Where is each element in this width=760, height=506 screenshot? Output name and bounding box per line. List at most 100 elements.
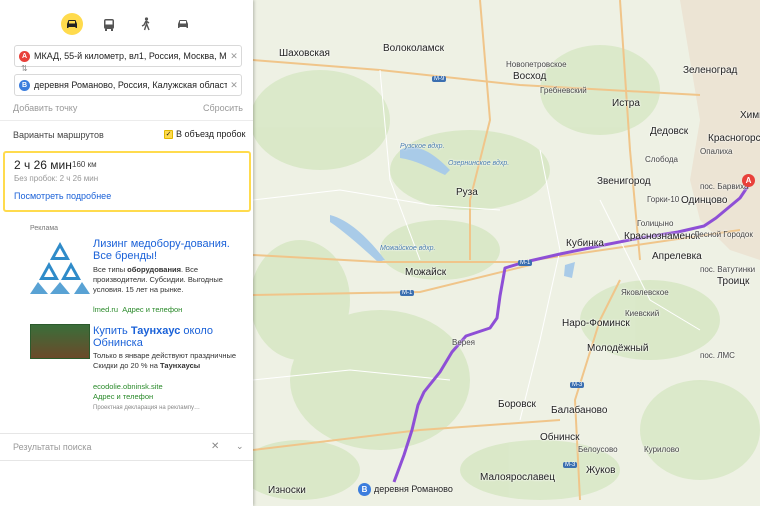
water-label: Можайское вдхр. [380, 245, 436, 252]
ad-body-1-b: оборудования [127, 265, 181, 274]
town-label: Краснознаменск [624, 231, 700, 242]
town-label: Обнинск [540, 432, 580, 443]
reset-link[interactable]: Сбросить [203, 103, 243, 113]
village-label: Гребневский [540, 86, 587, 95]
road-badge: М-9 [432, 76, 447, 82]
close-icon[interactable]: ✕ [211, 441, 219, 452]
point-a-marker[interactable]: A [742, 174, 755, 187]
town-label: Троицк [717, 276, 750, 287]
lmed-logo-icon[interactable] [30, 238, 90, 294]
town-label: Кубинка [566, 238, 604, 249]
ad-domain-1[interactable]: lmed.ru [93, 305, 118, 314]
town-label: Красногорск [708, 133, 760, 144]
avoid-jams-checkbox[interactable]: ✓ [164, 129, 173, 139]
avoid-jams-label: В объезд пробок [176, 129, 246, 139]
route-details-link[interactable]: Посмотреть подробнее [14, 191, 111, 201]
divider [0, 120, 253, 121]
town-label: Волоколамск [383, 43, 444, 54]
village-label: Голицыно [637, 219, 674, 228]
ad-title-2[interactable]: Купить Таунхаус около Обнинска [93, 325, 243, 349]
point-b-marker[interactable]: B [358, 483, 371, 496]
ad-declaration: Проектная декларация на реклампу… [93, 405, 200, 411]
route-time: 2 ч 26 мин [14, 158, 72, 172]
town-label: Химки [740, 110, 760, 121]
village-label: Курилово [644, 445, 680, 454]
destination-label: деревня Романово [374, 484, 453, 494]
village-label: Лесной Городок [694, 230, 753, 239]
ad-townhouse-image[interactable] [30, 324, 90, 359]
ad-body-2-b: Таунхаусы [160, 360, 201, 370]
village-label: пос. ЛМС [700, 351, 735, 360]
town-label: Звенигород [597, 176, 651, 187]
route-panel: A МКАД, 55-й километр, вл1, Россия, Моск… [0, 0, 253, 506]
town-label: Наро-Фоминск [562, 318, 630, 329]
walk-mode-button[interactable] [135, 13, 157, 35]
avoid-jams-toggle[interactable]: ✓ В объезд пробок [164, 129, 245, 139]
car-icon [67, 20, 77, 28]
clear-a-icon[interactable]: ✕ [227, 51, 241, 62]
ad-body-1-a: Все типы [93, 265, 128, 274]
search-results-label: Результаты поиска [13, 442, 92, 452]
add-point-link[interactable]: Добавить точку [13, 103, 77, 113]
ad-title-2-a: Купить [93, 325, 131, 337]
point-b-input[interactable]: деревня Романово, Россия, Калужская обла… [34, 80, 227, 90]
town-label: Руза [456, 187, 478, 198]
town-label: Шаховская [279, 48, 330, 59]
bus-mode-button[interactable] [98, 13, 120, 35]
transport-modes [61, 13, 194, 35]
water-label: Озернинское вдхр. [448, 160, 510, 167]
village-label: Киевский [625, 309, 660, 318]
town-label: Жуков [586, 465, 616, 476]
taxi-icon [178, 20, 188, 28]
village-label: Яковлевское [621, 288, 669, 297]
chevron-down-icon[interactable]: ⌄ [236, 441, 244, 452]
town-label: Одинцово [681, 195, 728, 206]
point-a-input[interactable]: МКАД, 55-й километр, вл1, Россия, Москва… [34, 51, 227, 61]
point-b-field[interactable]: B деревня Романово, Россия, Калужская об… [14, 74, 242, 96]
clear-b-icon[interactable]: ✕ [227, 80, 241, 91]
ad-address-1[interactable]: Адрес и телефон [122, 305, 182, 314]
road-badge: М-1 [518, 260, 533, 266]
point-a-pin: A [19, 50, 30, 62]
village-label: Новопетровское [506, 60, 567, 69]
ad-address-2[interactable]: Адрес и телефон [93, 392, 153, 401]
town-label: Молодёжный [587, 343, 649, 354]
town-label: Зеленоград [683, 65, 738, 76]
village-label: пос. Барвиха [700, 182, 749, 191]
village-label: Опалиха [700, 147, 733, 156]
taxi-mode-button[interactable] [172, 13, 194, 35]
point-a-field[interactable]: A МКАД, 55-й километр, вл1, Россия, Моск… [14, 45, 242, 67]
swap-points-icon[interactable]: ⇅ [21, 64, 28, 73]
route-no-jams: Без пробок: 2 ч 26 мин [14, 174, 99, 183]
village-label: Слобода [645, 155, 678, 164]
town-label: Балабаново [551, 405, 608, 416]
road-badge: М-3 [570, 382, 585, 388]
town-label: Истра [612, 98, 640, 109]
point-b-pin: B [19, 79, 30, 91]
search-results-bar[interactable]: Результаты поиска ✕ ⌄ [0, 433, 253, 461]
car-mode-button[interactable] [61, 13, 83, 35]
pedestrian-icon [141, 17, 150, 31]
ad-label: Реклама [30, 225, 59, 232]
town-label: Дедовск [650, 126, 689, 137]
route-card[interactable]: 2 ч 26 мин 160 км Без пробок: 2 ч 26 мин… [3, 151, 251, 212]
ad-domain-2[interactable]: ecodolie.obninsk.site [93, 382, 163, 391]
route-variants-label: Варианты маршрутов [13, 130, 104, 140]
village-label: Горки-10 [647, 195, 680, 204]
point-actions: Добавить точку Сбросить [13, 103, 243, 113]
village-label: Верея [452, 338, 476, 347]
ad-body-2: Только в январе действуют праздничные Ск… [93, 351, 248, 370]
village-label: Белоусово [578, 445, 618, 454]
town-label: Апрелевка [652, 251, 702, 262]
village-label: пос. Ватутинки [700, 265, 756, 274]
water-label: Рузское вдхр. [400, 143, 445, 150]
ad-title-2-b: Таунхаус [130, 325, 181, 337]
town-label: Можайск [405, 267, 447, 278]
bus-icon [104, 18, 114, 31]
town-label: Боровск [498, 399, 536, 410]
ad-body-1: Все типы оборудования. Все производители… [93, 265, 248, 295]
ad-title-1[interactable]: Лизинг медобору-дования. Все бренды! [93, 238, 243, 262]
road-badge: М-1 [400, 290, 415, 296]
town-label: Восход [513, 71, 547, 82]
route-distance: 160 км [72, 160, 97, 169]
